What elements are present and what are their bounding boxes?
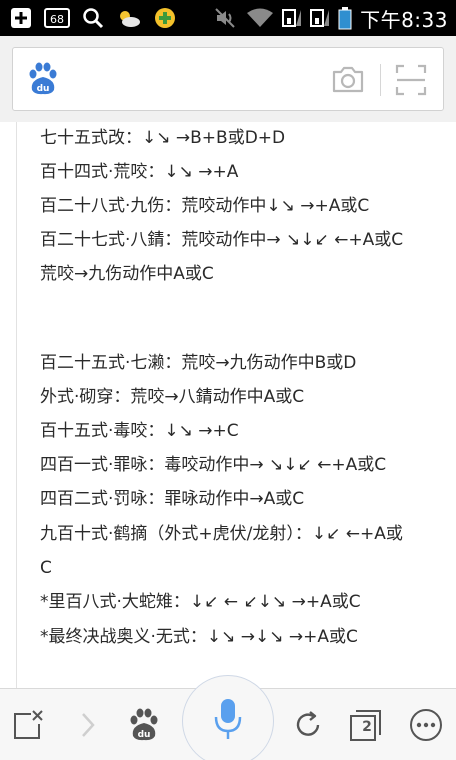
- badge-text: 68: [50, 13, 64, 26]
- list-item: *里百八式·大蛇雉：↓↙ ← ↙↓↘ →+A或C: [40, 592, 361, 612]
- list-item: 外式·砌穿：荒咬→八錆动作中A或C: [40, 387, 305, 407]
- content-rail: [16, 122, 17, 688]
- scan-icon[interactable]: [395, 64, 427, 100]
- du-text: du: [138, 730, 151, 740]
- list-item: 百十五式·毒咬：↓↘ →+C: [40, 421, 239, 441]
- list-item: 百二十五式·七濑：荒咬→九伤动作中B或D: [40, 353, 357, 373]
- search-box[interactable]: du: [12, 47, 444, 111]
- search-icon: [82, 7, 104, 29]
- list-item: 荒咬→九伤动作中A或C: [40, 264, 214, 284]
- status-bar: 68 下午8:33: [0, 0, 456, 36]
- more-icon[interactable]: [408, 707, 444, 743]
- list-item: 四百二式·罚咏：罪咏动作中→A或C: [40, 489, 305, 509]
- wifi-icon: [246, 7, 274, 29]
- microphone-icon: [213, 697, 243, 745]
- tabs-icon[interactable]: 2: [348, 707, 384, 743]
- page-content: 七十五式改：↓↘ →B+B或D+D 百十四式·荒咬：↓↘ →+A 百二十八式·九…: [0, 122, 456, 688]
- list-item: 九百十式·鹤摘（外式+虎伏/龙射）：↓↙ ←+A或: [40, 524, 403, 544]
- sixty-eight-badge-icon: 68: [44, 8, 70, 28]
- forward-arrow-icon[interactable]: [70, 707, 106, 743]
- camera-icon[interactable]: [331, 64, 365, 98]
- list-item: 百十四式·荒咬：↓↘ →+A: [40, 162, 239, 182]
- add-icon: [10, 7, 32, 29]
- mute-icon: [214, 7, 238, 29]
- signal-icon: [282, 7, 302, 29]
- baidu-paw-icon[interactable]: du: [126, 707, 162, 743]
- status-left-icons: 68: [0, 7, 176, 29]
- list-item: *最终决战奥义·无式：↓↘ →↓↘ →+A或C: [40, 627, 358, 647]
- list-item: 四百一式·罪咏：毒咬动作中→ ↘↓↙ ←+A或C: [40, 455, 387, 475]
- logo-text: du: [37, 84, 50, 94]
- divider: [380, 64, 381, 96]
- voice-search-button[interactable]: [182, 675, 274, 760]
- list-item: C: [40, 558, 52, 578]
- battery-icon: [338, 6, 352, 30]
- list-item: 百二十七式·八錆：荒咬动作中→ ↘↓↙ ←+A或C: [40, 230, 404, 250]
- search-header: du: [0, 36, 456, 122]
- signal-icon-2: [310, 7, 330, 29]
- list-item: 百二十八式·九伤：荒咬动作中↓↘ →+A或C: [40, 196, 370, 216]
- list-item: 七十五式改：↓↘ →B+B或D+D: [40, 128, 286, 148]
- tabs-count: 2: [362, 719, 372, 735]
- clock: 下午8:33: [360, 7, 448, 32]
- bottom-toolbar: du 2: [0, 675, 456, 760]
- game-icon: [154, 7, 176, 29]
- baidu-logo-icon[interactable]: du: [27, 62, 59, 100]
- refresh-icon[interactable]: [290, 707, 326, 743]
- close-window-icon[interactable]: [10, 707, 46, 743]
- weather-icon: [116, 7, 142, 29]
- status-right-icons: 下午8:33: [214, 0, 448, 36]
